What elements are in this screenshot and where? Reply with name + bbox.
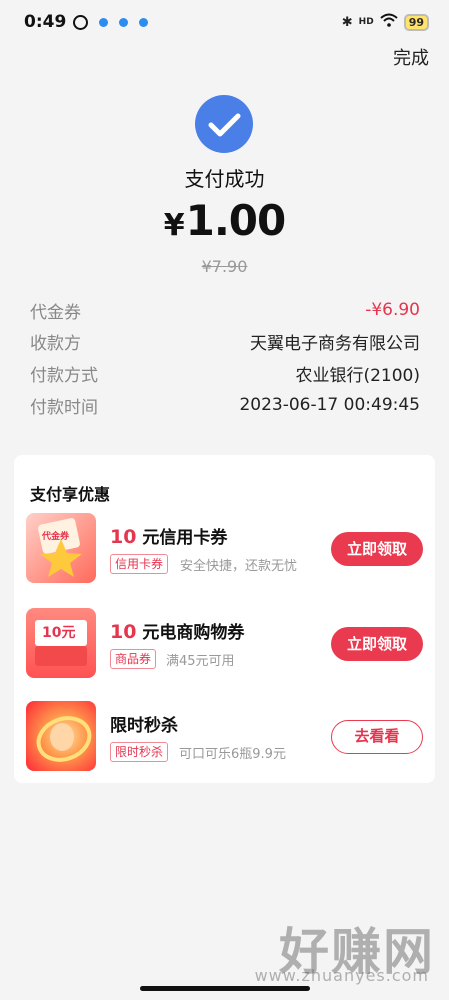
promo-title: 10 元信用卡券 [110,523,227,548]
detail-label: 代金券 [30,302,81,323]
home-indicator[interactable] [140,986,310,991]
detail-row-payee: 收款方 天翼电子商务有限公司 [30,328,420,354]
promo-name: 限时秒杀 [110,716,178,736]
detail-value: -¥6.90 [365,300,420,320]
detail-row-voucher: 代金券 -¥6.90 [30,297,420,323]
promo-name: 元电商购物券 [142,623,245,643]
app-notification-icon [99,17,109,27]
claim-button[interactable]: 立即领取 [331,532,423,566]
promo-item-credit[interactable]: 代金券 10 元信用卡券 信用卡券 安全快捷，还款无忧 立即领取 [14,513,435,585]
detail-label: 付款方式 [30,365,98,386]
app-notification-icon [119,17,129,27]
payment-status-title: 支付成功 [184,167,265,191]
claim-button[interactable]: 立即领取 [331,627,423,661]
amount-value: 1.00 [185,196,287,245]
wifi-icon [380,13,398,31]
promo-tag: 信用卡券 [110,554,169,574]
payment-amount: ¥1.00 [0,196,449,245]
flash-sale-thumbnail [26,701,96,771]
detail-row-time: 付款时间 2023-06-17 00:49:45 [30,392,420,418]
promo-item-flash-sale[interactable]: 限时秒杀 限时秒杀 可口可乐6瓶9.9元 去看看 [14,701,435,773]
detail-label: 付款时间 [30,397,98,418]
promo-amount: 10 [110,621,137,643]
promo-title: 10 元电商购物券 [110,618,244,643]
shopping-voucher-thumbnail: 10元 [26,608,96,678]
status-right: ✱ HD 99 [342,13,429,31]
promo-desc: 安全快捷，还款无忧 [180,559,298,574]
done-button[interactable]: 完成 [393,44,429,70]
app-notification-icon [139,17,149,27]
detail-row-method: 付款方式 农业银行(2100) [30,360,420,386]
thumb-label: 代金券 [42,532,70,542]
watermark-url: www.zhuanyes.com [254,966,429,985]
alarm-icon [73,14,89,30]
promo-name: 元信用卡券 [142,528,228,548]
promo-amount: 10 [110,526,137,548]
promo-item-shopping[interactable]: 10元 10 元电商购物券 商品券 满45元可用 立即领取 [14,608,435,680]
promotions-card: 支付享优惠 代金券 10 元信用卡券 信用卡券 安全快捷，还款无忧 立即领取 1… [14,455,435,783]
currency-symbol: ¥ [163,208,185,243]
detail-value: 2023-06-17 00:49:45 [239,395,420,415]
promo-desc: 满45元可用 [166,654,235,669]
promo-tag: 商品券 [110,649,157,669]
status-bar: 0:49 ✱ HD 99 [0,0,449,44]
promo-tag: 限时秒杀 [110,742,169,762]
promotions-title: 支付享优惠 [30,485,111,504]
original-price: ¥7.90 [201,257,248,276]
success-check-icon [195,95,253,153]
detail-value: 天翼电子商务有限公司 [250,333,420,354]
promo-title: 限时秒杀 [110,711,178,736]
bluetooth-icon: ✱ [341,14,353,30]
detail-value: 农业银行(2100) [295,365,420,386]
detail-label: 收款方 [30,333,81,354]
view-button[interactable]: 去看看 [331,720,423,754]
status-time: 0:49 [24,12,67,32]
thumb-label: 10元 [42,625,76,641]
battery-icon: 99 [403,13,429,31]
promo-desc: 可口可乐6瓶9.9元 [179,747,286,762]
credit-voucher-thumbnail: 代金券 [26,513,96,583]
signal-icon: HD [358,17,374,27]
